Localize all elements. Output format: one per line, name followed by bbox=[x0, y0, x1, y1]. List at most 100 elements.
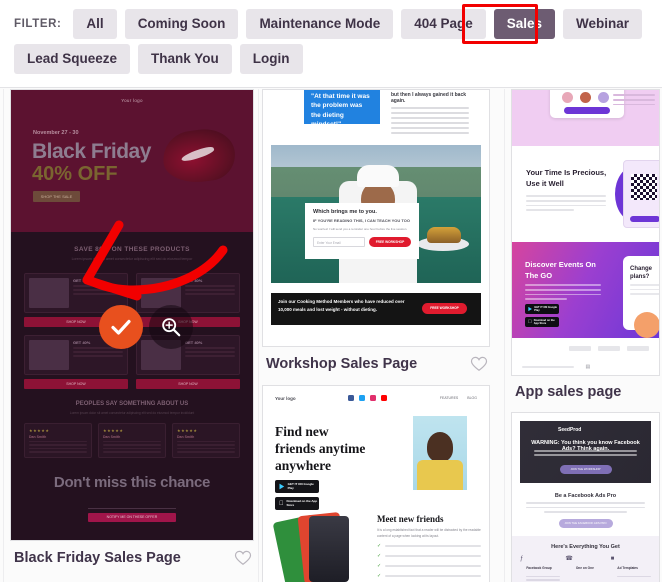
filter-bar: FILTER: All Coming Soon Maintenance Mode… bbox=[0, 0, 662, 88]
app-footer: ▤ bbox=[512, 338, 659, 375]
google-play-badge[interactable]: GET IT ON Google Play bbox=[275, 480, 319, 493]
app-card-button[interactable] bbox=[564, 107, 610, 114]
filter-button-lead-squeeze[interactable]: Lead Squeeze bbox=[14, 44, 131, 74]
template-card-workshop[interactable]: "At that time it was the problem was the… bbox=[262, 89, 492, 377]
bf-testimonial-line bbox=[177, 447, 235, 450]
ws-popup-email-input[interactable]: Enter Your Email bbox=[313, 237, 365, 248]
play-triangle-icon bbox=[279, 483, 285, 490]
app-avatars bbox=[562, 92, 609, 103]
bf-product-button: SHOP NOW bbox=[24, 378, 128, 389]
twitter-icon[interactable] bbox=[358, 395, 365, 401]
bf-product-name: GET 40% bbox=[185, 277, 203, 283]
bf-testimonial-line bbox=[29, 451, 87, 453]
filter-button-404-page[interactable]: 404 Page bbox=[401, 9, 486, 39]
bf-testimonial-line bbox=[29, 447, 87, 450]
fr-bullet: ✓ bbox=[377, 573, 481, 579]
app-footer-copy bbox=[522, 366, 574, 368]
sp-logo: SeedProd bbox=[558, 427, 582, 433]
app-footer-links bbox=[569, 346, 649, 351]
bf-testimonial-name: Dan Smith bbox=[177, 434, 195, 439]
apple-icon:  bbox=[279, 501, 284, 507]
filter-button-webinar[interactable]: Webinar bbox=[563, 9, 643, 39]
app-phone-mockup: Change plans? bbox=[623, 256, 659, 338]
ws-text-line bbox=[391, 127, 469, 129]
bf-testimonial-line bbox=[103, 451, 161, 453]
app-section-heading: Your Time Is Precious, Use it Well bbox=[526, 168, 607, 188]
bf-product-line bbox=[185, 354, 235, 357]
bf-headline: Black Friday bbox=[32, 140, 151, 163]
ws-chef-photo: Which brings me to you. IF YOU'RE READIN… bbox=[271, 145, 481, 283]
app-text-line bbox=[525, 284, 601, 286]
facebook-icon[interactable] bbox=[347, 395, 354, 401]
sp-text-line bbox=[526, 506, 645, 509]
sp-hero-button[interactable]: JOIN THE WORKSHOP bbox=[559, 465, 612, 474]
sp-feature-text: Facebook Group bbox=[526, 556, 561, 582]
template-thumbnail-workshop[interactable]: "At that time it was the problem was the… bbox=[262, 89, 490, 347]
instagram-icon[interactable] bbox=[369, 395, 376, 401]
template-card-friends[interactable]: Your logo FEATURES BLOG Find new friends… bbox=[262, 385, 492, 582]
app-text-line bbox=[613, 98, 655, 101]
ws-chef-food bbox=[427, 227, 461, 243]
filter-button-coming-soon[interactable]: Coming Soon bbox=[124, 9, 239, 39]
bf-email-input[interactable] bbox=[88, 500, 176, 509]
template-card-app-sales[interactable]: Your Time Is Precious, Use it Well Disco… bbox=[511, 89, 662, 404]
grid-divider-left bbox=[3, 89, 4, 582]
template-preview-button[interactable] bbox=[149, 305, 193, 349]
google-play-badge[interactable]: GET IT ON Google Play bbox=[525, 304, 559, 314]
template-title: Black Friday Sales Page bbox=[14, 550, 181, 566]
template-card-facebook-ads[interactable]: SeedProd WARNING: You think you know Fac… bbox=[511, 412, 662, 582]
sp-section-title: Be a Facebook Ads Pro bbox=[554, 493, 617, 499]
bf-product: GET 40% bbox=[136, 272, 240, 313]
sp-text-line bbox=[534, 450, 637, 452]
ws-text-line bbox=[391, 112, 469, 114]
bf-testimonial-stars: ★★★★★ bbox=[29, 427, 50, 433]
heart-outline-icon[interactable] bbox=[470, 355, 488, 373]
bf-product-image bbox=[141, 277, 181, 308]
app-store-badge[interactable]:  Download on the App Store bbox=[525, 317, 559, 327]
filter-button-sales[interactable]: Sales bbox=[493, 9, 556, 39]
app-store-badge[interactable]:  Download on the App Store bbox=[275, 497, 319, 510]
bf-testimonial-line bbox=[103, 440, 161, 443]
template-card-black-friday[interactable]: Your logo November 27 - 30 Black Friday … bbox=[10, 89, 256, 571]
app-qr-button[interactable] bbox=[630, 216, 659, 222]
bf-date: November 27 - 30 bbox=[33, 130, 79, 136]
app-footer-link[interactable] bbox=[627, 346, 649, 351]
filter-button-thank-you[interactable]: Thank You bbox=[138, 44, 232, 74]
sp-section-button[interactable]: JOIN THE FACEBOOK ADS PRO bbox=[558, 518, 613, 528]
bf-subheadline: 40% OFF bbox=[32, 163, 118, 185]
bf-testimonial: ★★★★★ Dan Smith bbox=[24, 422, 92, 458]
sp-feature-text: Ad Templates bbox=[617, 556, 651, 582]
bf-submit-button[interactable]: NOTIFY ME ON THESE OFFER bbox=[88, 512, 176, 522]
template-thumbnail-facebook-ads[interactable]: SeedProd WARNING: You think you know Fac… bbox=[511, 412, 660, 582]
filter-button-all[interactable]: All bbox=[73, 9, 117, 39]
template-caption-black-friday: Black Friday Sales Page bbox=[10, 541, 256, 571]
sp-section-2: Be a Facebook Ads Pro JOIN THE FACEBOOK … bbox=[512, 483, 659, 528]
fr-menu-item[interactable]: FEATURES bbox=[440, 396, 458, 400]
filter-button-login[interactable]: Login bbox=[239, 44, 303, 74]
bf-product-line bbox=[73, 292, 123, 295]
ws-popup-submit-button[interactable]: FREE WORKSHOP bbox=[369, 237, 411, 248]
sp-feature: ☎ One on One Coaching bbox=[565, 556, 605, 582]
app-footer-link[interactable] bbox=[569, 346, 591, 351]
app-footer-link[interactable] bbox=[598, 346, 620, 351]
bf-product-line bbox=[185, 288, 235, 291]
sp-text-line bbox=[617, 575, 651, 578]
play-triangle-icon bbox=[528, 306, 532, 312]
app-text-line bbox=[613, 94, 655, 96]
template-title: Workshop Sales Page bbox=[266, 356, 418, 372]
app-text-line bbox=[526, 209, 574, 212]
heart-outline-icon[interactable] bbox=[234, 549, 252, 567]
app-text-line bbox=[526, 195, 606, 197]
template-thumbnail-app-sales[interactable]: Your Time Is Precious, Use it Well Disco… bbox=[511, 89, 660, 376]
fr-menu-item[interactable]: BLOG bbox=[467, 396, 477, 400]
app-text-line bbox=[525, 293, 601, 296]
bf-shoe-image bbox=[159, 125, 239, 187]
bf-testimonial: ★★★★★ Dan Smith bbox=[172, 422, 240, 458]
youtube-icon[interactable] bbox=[380, 395, 387, 401]
ws-banner-button[interactable]: FREE WORKSHOP bbox=[422, 303, 467, 314]
template-select-button[interactable] bbox=[99, 305, 143, 349]
template-thumbnail-black-friday[interactable]: Your logo November 27 - 30 Black Friday … bbox=[10, 89, 254, 541]
template-thumbnail-friends[interactable]: Your logo FEATURES BLOG Find new friends… bbox=[262, 385, 490, 582]
filter-button-maintenance-mode[interactable]: Maintenance Mode bbox=[246, 9, 394, 39]
ws-top-section: "At that time it was the problem was the… bbox=[263, 90, 489, 138]
